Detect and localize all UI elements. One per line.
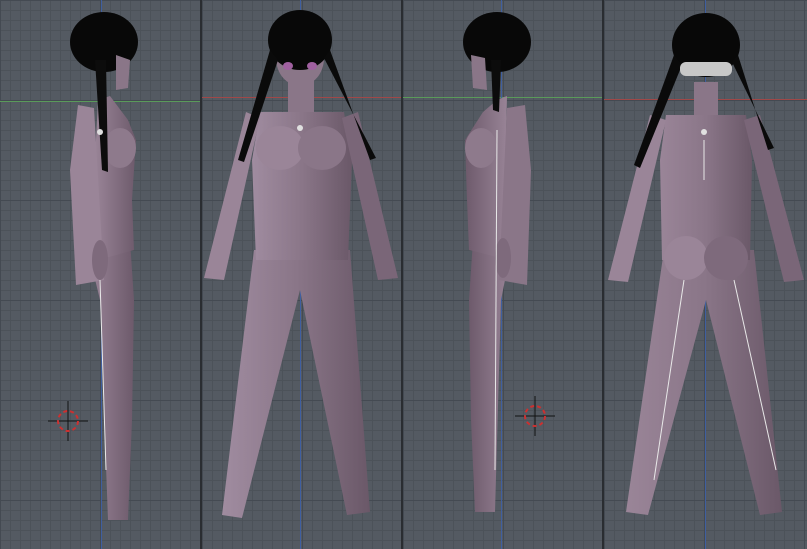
model-neck bbox=[694, 82, 718, 115]
model-chest bbox=[104, 128, 136, 168]
model-legs bbox=[222, 250, 370, 518]
model-chest-left bbox=[256, 126, 304, 170]
model-face bbox=[471, 55, 487, 90]
model-face bbox=[116, 55, 130, 90]
model-origin-point bbox=[97, 129, 103, 135]
model-chest-right bbox=[298, 126, 346, 170]
model-side-left bbox=[48, 12, 138, 520]
model-chest bbox=[465, 128, 497, 168]
model-legs bbox=[626, 250, 782, 515]
viewport-back[interactable] bbox=[604, 0, 807, 549]
model-hip-left bbox=[664, 236, 708, 280]
model-arm-left bbox=[608, 115, 666, 282]
model-side-right bbox=[463, 12, 555, 512]
model-torso bbox=[660, 115, 752, 260]
model-back bbox=[608, 13, 804, 515]
model-hand bbox=[495, 238, 511, 278]
model-front bbox=[204, 10, 398, 518]
model-eye-right bbox=[307, 62, 317, 70]
3d-cursor-icon bbox=[48, 401, 88, 441]
model-hip-right bbox=[704, 236, 748, 280]
viewport-front[interactable] bbox=[202, 0, 401, 549]
model-hand bbox=[92, 240, 108, 280]
model-origin-point bbox=[297, 125, 303, 131]
model-face-visor bbox=[680, 62, 732, 76]
viewport-side-right[interactable] bbox=[403, 0, 602, 549]
viewport-side-left[interactable] bbox=[0, 0, 200, 549]
3d-cursor-icon bbox=[515, 396, 555, 436]
model-eye-left bbox=[283, 62, 293, 70]
model-origin-point bbox=[701, 129, 707, 135]
viewport-area bbox=[0, 0, 807, 549]
model-leg bbox=[88, 240, 134, 520]
